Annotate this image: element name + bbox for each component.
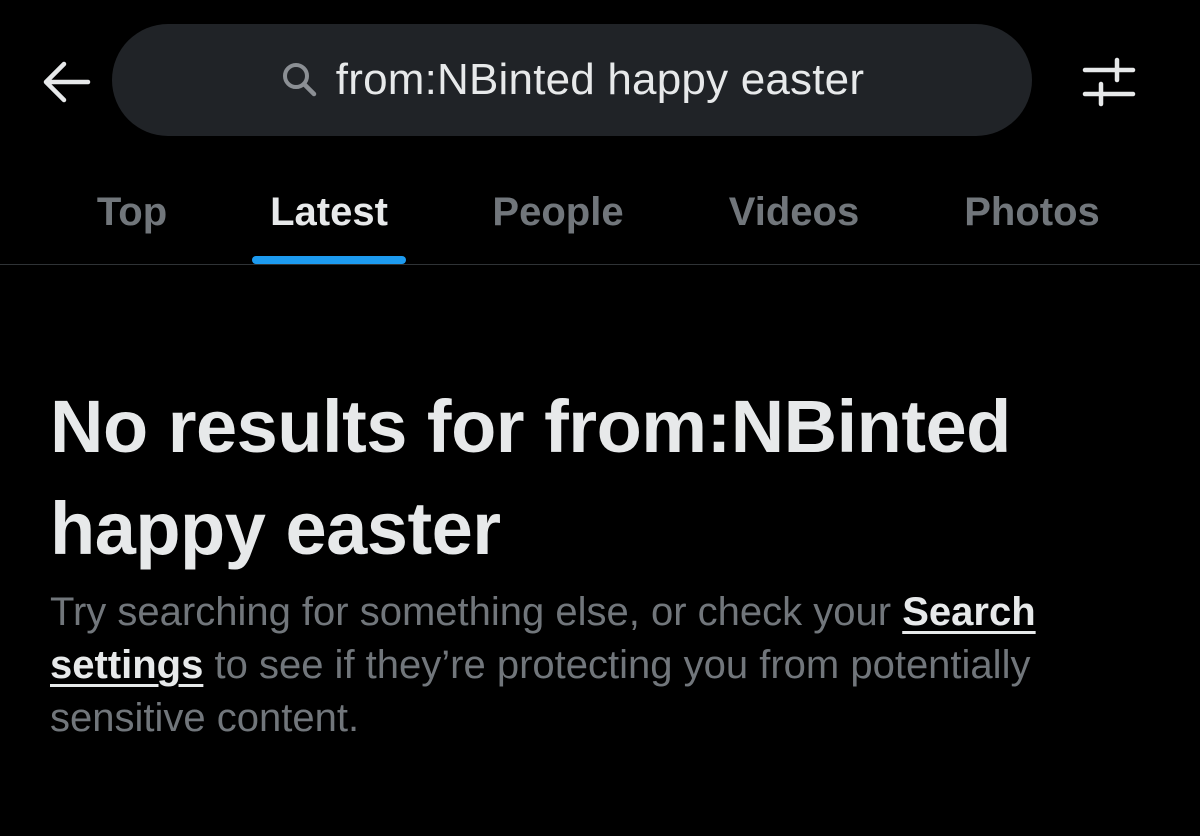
tab-photos[interactable]: Photos [956, 160, 1108, 264]
tabs-divider [0, 264, 1200, 265]
back-button[interactable] [34, 50, 98, 114]
tab-people[interactable]: People [484, 160, 632, 264]
empty-state-text-before: Try searching for something else, or che… [50, 590, 903, 634]
search-tabs: Top Latest People Videos Photos [0, 160, 1200, 264]
tab-latest[interactable]: Latest [252, 160, 406, 264]
empty-state-message: Try searching for something else, or che… [50, 586, 1160, 745]
search-header: from:NBinted happy easter [0, 0, 1200, 160]
arrow-left-icon [43, 61, 91, 103]
active-tab-indicator [252, 256, 406, 264]
search-icon [280, 60, 320, 100]
sliders-icon [1082, 57, 1136, 107]
empty-state-title: No results for from:NBinted happy easter [50, 385, 1011, 570]
search-query-text: from:NBinted happy easter [335, 55, 865, 104]
tab-videos[interactable]: Videos [720, 160, 868, 264]
search-filter-button[interactable] [1074, 50, 1144, 114]
tab-top[interactable]: Top [92, 160, 172, 264]
search-input[interactable]: from:NBinted happy easter [112, 24, 1032, 136]
